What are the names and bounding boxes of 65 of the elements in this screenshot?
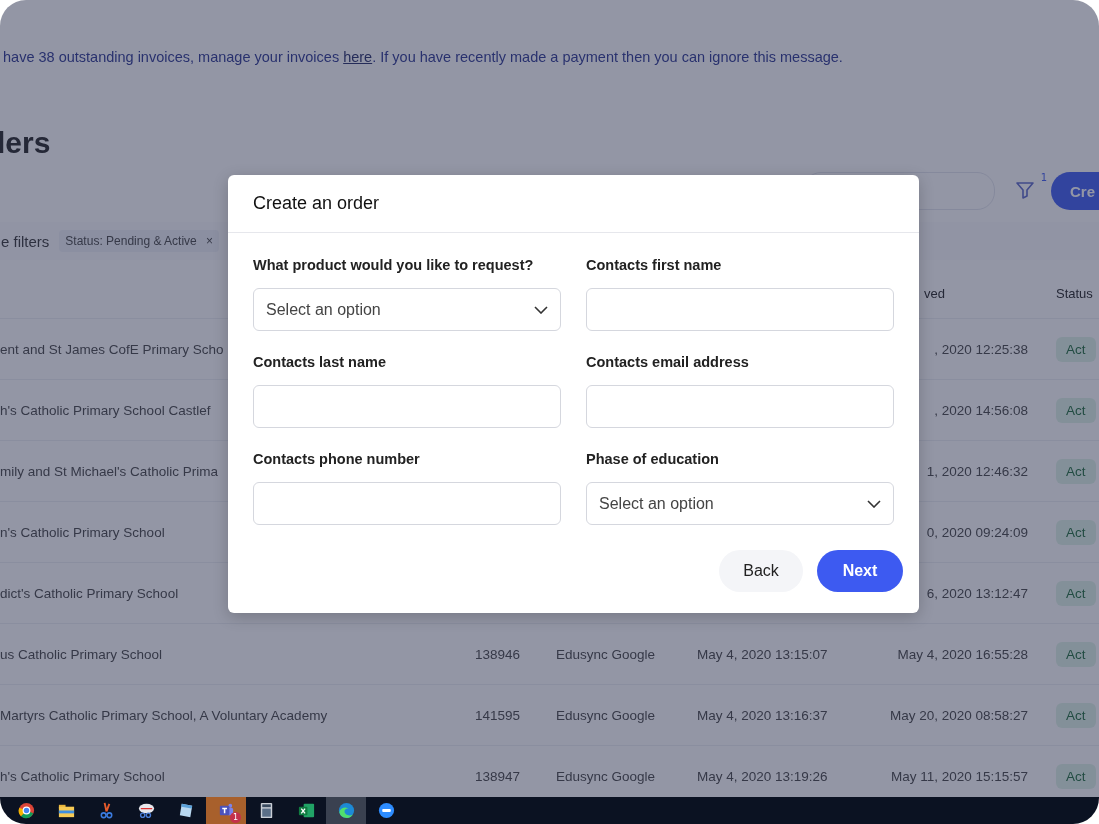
chevron-down-icon bbox=[867, 499, 881, 508]
status-badge: Act bbox=[1056, 763, 1096, 789]
table-cell-text: h's Catholic Primary School bbox=[0, 768, 166, 784]
table-cell-text: us Catholic Primary School bbox=[0, 646, 164, 662]
input-field[interactable] bbox=[586, 385, 894, 428]
back-button[interactable]: Back bbox=[719, 550, 803, 592]
table-cell-text: ent and St James CofE Primary Scho bbox=[0, 341, 225, 357]
filters-label: e filters bbox=[1, 232, 50, 250]
create-button[interactable]: Cre bbox=[1051, 172, 1099, 210]
status-badge: Act bbox=[1056, 336, 1096, 362]
table-cell: 0, 2020 09:24:09 bbox=[926, 524, 1028, 540]
field-label: Contacts last name bbox=[253, 354, 387, 370]
field-label: Contacts first name bbox=[586, 257, 723, 273]
table-cell: , 2020 12:25:38 bbox=[934, 341, 1028, 357]
table-cell-text: mily and St Michael's Catholic Prima bbox=[0, 463, 219, 479]
chevron-down-icon bbox=[534, 305, 548, 314]
table-cell: Edusync Google bbox=[556, 646, 656, 662]
table-cell: 6, 2020 13:12:47 bbox=[926, 585, 1028, 601]
input-field[interactable] bbox=[253, 482, 561, 525]
table-cell: 138946 bbox=[475, 646, 521, 662]
field-label: Contacts phone number bbox=[253, 451, 421, 467]
column-header[interactable]: Status bbox=[1056, 285, 1099, 301]
field-label: Phase of education bbox=[586, 451, 720, 467]
filter-chip[interactable]: Status: Pending & Active × bbox=[59, 230, 220, 252]
filter-count: 1 bbox=[1040, 172, 1047, 183]
invoices-link[interactable]: here bbox=[343, 49, 373, 65]
table-cell: May 11, 2020 15:15:57 bbox=[890, 768, 1028, 784]
table-cell: May 4, 2020 16:55:28 bbox=[897, 646, 1028, 662]
browser-icon bbox=[16, 801, 36, 820]
input-field[interactable] bbox=[253, 385, 561, 428]
table-cell: May 4, 2020 13:19:26 bbox=[697, 768, 828, 784]
browser-icon bbox=[336, 801, 356, 820]
table-cell: Edusync Google bbox=[556, 768, 656, 784]
taskbar-button[interactable] bbox=[326, 797, 366, 824]
table-cell: 1, 2020 12:46:32 bbox=[926, 463, 1028, 479]
table-cell: , 2020 14:56:08 bbox=[934, 402, 1028, 418]
table-cell-text: h's Catholic Primary School Castlef bbox=[0, 402, 212, 418]
next-button[interactable]: Next bbox=[817, 550, 903, 592]
table-cell: Edusync Google bbox=[556, 707, 656, 723]
spreadsheet-icon bbox=[296, 801, 316, 820]
banner-message: have 38 outstanding invoices, manage your invoices here. If you have recently made a payment then you can ignore this message. bbox=[3, 48, 844, 67]
field-label: Contacts email address bbox=[586, 354, 750, 370]
notification-badge: 1 bbox=[230, 812, 241, 823]
field-label: What product would you like to request? bbox=[253, 257, 535, 273]
input-field[interactable] bbox=[586, 288, 894, 331]
table-cell: 138947 bbox=[475, 768, 521, 784]
table-cell-text: n's Catholic Primary School bbox=[0, 524, 166, 540]
status-badge: Act bbox=[1056, 702, 1096, 728]
table-cell: May 4, 2020 13:16:37 bbox=[697, 707, 828, 723]
table-cell: May 20, 2020 08:58:27 bbox=[889, 707, 1028, 723]
status-badge: Act bbox=[1056, 519, 1096, 545]
status-badge: Act bbox=[1056, 458, 1096, 484]
status-badge: Act bbox=[1056, 641, 1096, 667]
filter-icon[interactable] bbox=[1015, 180, 1035, 200]
teams-app-button[interactable]: 1 bbox=[206, 797, 246, 824]
table-cell: May 4, 2020 13:15:07 bbox=[697, 646, 828, 662]
table-cell: 141595 bbox=[475, 707, 521, 723]
select-field[interactable]: Select an option bbox=[253, 288, 561, 331]
status-badge: Act bbox=[1056, 397, 1096, 423]
status-badge: Act bbox=[1056, 580, 1096, 606]
table-cell-text: Martyrs Catholic Primary School, A Voluntary Academy bbox=[0, 707, 329, 723]
scissors-icon bbox=[136, 801, 156, 820]
dialog-title: Create an order bbox=[253, 193, 380, 214]
select-field[interactable]: Select an option bbox=[586, 482, 894, 525]
table-cell-text: dict's Catholic Primary School bbox=[0, 585, 180, 601]
